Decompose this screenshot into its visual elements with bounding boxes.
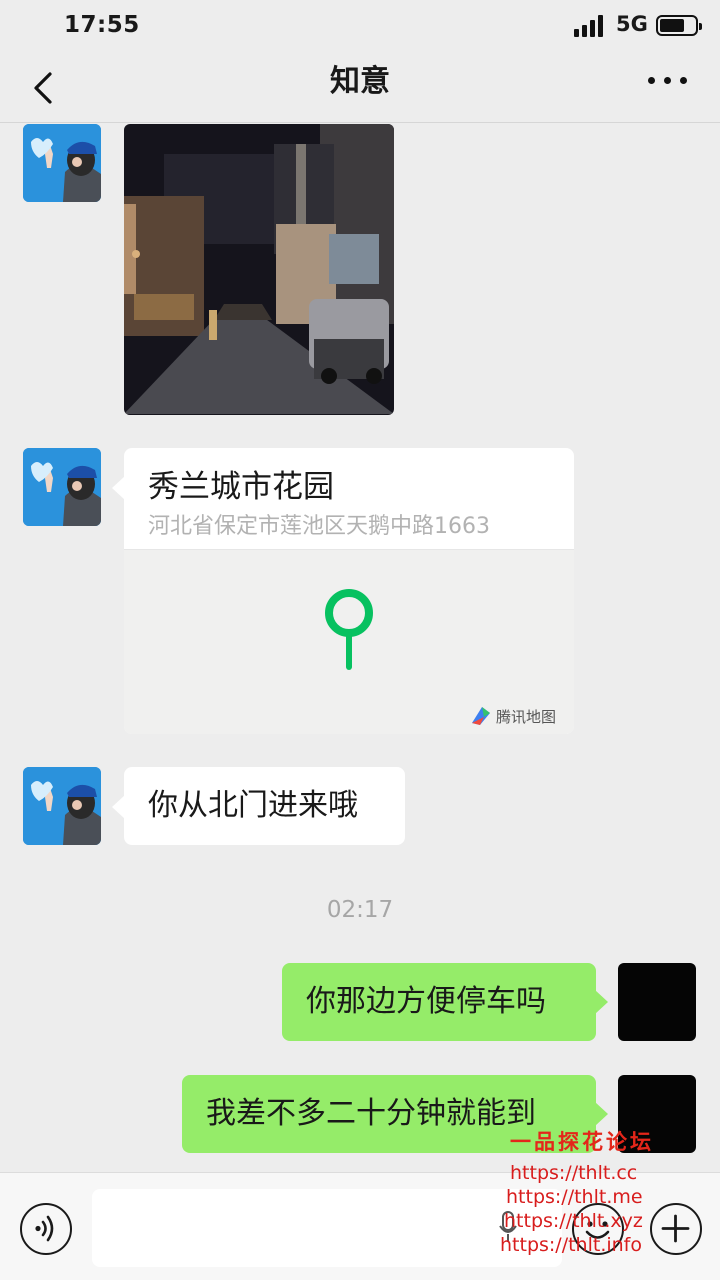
battery-icon bbox=[656, 15, 702, 36]
photo-message[interactable] bbox=[124, 124, 394, 415]
more-options-button[interactable] bbox=[644, 70, 690, 90]
contact-avatar[interactable] bbox=[23, 124, 101, 202]
avatar-image bbox=[23, 767, 101, 845]
contact-avatar[interactable] bbox=[23, 448, 101, 526]
outgoing-message-bubble[interactable]: 你那边方便停车吗 bbox=[282, 963, 596, 1041]
message-input[interactable] bbox=[92, 1189, 562, 1267]
bubble-tail bbox=[595, 1102, 608, 1126]
incoming-message-bubble[interactable]: 你从北门进来哦 bbox=[124, 767, 405, 845]
chat-title: 知意 bbox=[330, 64, 390, 99]
status-bar: 17:55 5G bbox=[0, 0, 720, 56]
my-avatar[interactable] bbox=[618, 963, 696, 1041]
night-street-photo bbox=[124, 124, 394, 415]
nav-bar: 知意 bbox=[0, 56, 720, 120]
avatar-image bbox=[23, 124, 101, 202]
watermark-title: 一品探花论坛 bbox=[510, 1129, 654, 1154]
message-timestamp: 02:17 bbox=[326, 897, 394, 923]
map-brand-label: 腾讯地图 bbox=[496, 707, 557, 726]
status-time: 17:55 bbox=[64, 12, 140, 38]
map-preview: 腾讯地图 bbox=[124, 549, 574, 734]
voice-icon bbox=[35, 1215, 54, 1242]
nav-divider bbox=[0, 122, 720, 123]
tencent-map-logo-icon bbox=[472, 707, 490, 725]
bubble-tail bbox=[595, 990, 608, 1014]
watermark-link: https://thlt.cc bbox=[510, 1162, 638, 1184]
watermark-link: https://thlt.info bbox=[500, 1234, 642, 1256]
plus-icon bbox=[661, 1214, 690, 1243]
watermark-link: https://thlt.xyz bbox=[504, 1210, 643, 1232]
signal-icon bbox=[574, 15, 608, 37]
network-type: 5G bbox=[616, 12, 648, 36]
voice-input-button[interactable] bbox=[20, 1203, 72, 1255]
watermark-link: https://thlt.me bbox=[506, 1186, 643, 1208]
map-brand: 腾讯地图 bbox=[470, 704, 556, 728]
contact-avatar[interactable] bbox=[23, 767, 101, 845]
avatar-image bbox=[23, 448, 101, 526]
location-message-card[interactable]: 秀兰城市花园 河北省保定市莲池区天鹅中路1663 腾讯地图 bbox=[124, 448, 574, 734]
map-pin-icon bbox=[325, 589, 373, 670]
more-functions-button[interactable] bbox=[650, 1203, 702, 1255]
location-address: 河北省保定市莲池区天鹅中路1663 bbox=[148, 514, 490, 539]
location-title: 秀兰城市花园 bbox=[148, 469, 334, 505]
